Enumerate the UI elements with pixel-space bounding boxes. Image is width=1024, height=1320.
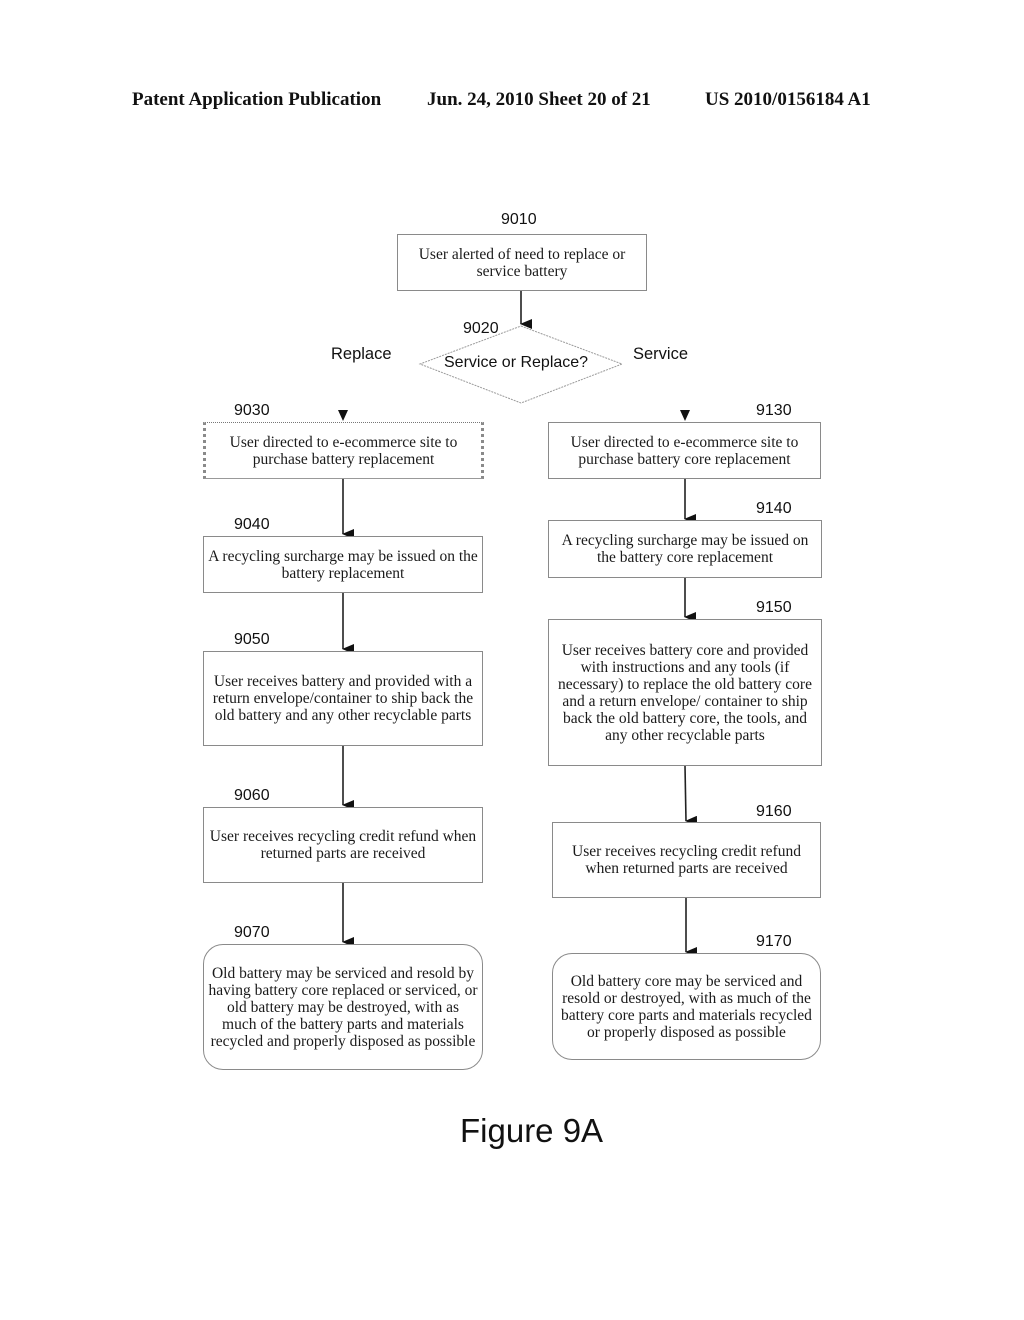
step-id-9130: 9130: [756, 402, 792, 419]
branch-label-service: Service: [633, 345, 689, 363]
step-text-9070: Old battery may be serviced and resold b…: [208, 964, 478, 1050]
step-text-9150: User receives battery core and provided …: [558, 641, 812, 744]
arrow-9150-to-9160: [684, 765, 698, 826]
step-box-9130: User directed to e-ecommerce site to pur…: [548, 422, 821, 479]
page-header: Patent Application Publication Jun. 24, …: [132, 89, 892, 113]
step-text-9060: User receives recycling credit refund wh…: [209, 828, 477, 862]
step-id-9030: 9030: [234, 402, 270, 419]
step-id-9060: 9060: [234, 787, 270, 804]
step-id-9010: 9010: [501, 211, 537, 228]
step-box-9160: User receives recycling credit refund wh…: [552, 822, 821, 898]
step-text-9160: User receives recycling credit refund wh…: [572, 843, 801, 877]
step-box-9170: Old battery core may be serviced and res…: [552, 953, 821, 1060]
step-box-9030: User directed to e-ecommerce site to pur…: [203, 422, 484, 479]
step-box-9050: User receives battery and provided with …: [203, 651, 483, 746]
figure-caption: Figure 9A: [460, 1112, 604, 1149]
step-id-9020: 9020: [463, 320, 499, 337]
step-box-9060: User receives recycling credit refund wh…: [203, 807, 483, 883]
patent-number: US 2010/0156184 A1: [705, 89, 871, 110]
step-id-9070: 9070: [234, 924, 270, 941]
step-text-9170: Old battery core may be serviced and res…: [561, 972, 812, 1041]
step-text-9030: User directed to e-ecommerce site to pur…: [229, 433, 458, 468]
step-id-9140: 9140: [756, 500, 792, 517]
publication-label: Patent Application Publication: [132, 89, 382, 110]
step-box-9150: User receives battery core and provided …: [548, 619, 822, 766]
decision-text: Service or Replace?: [444, 354, 589, 371]
step-text-9050: User receives battery and provided with …: [212, 673, 474, 724]
step-box-9040: A recycling surcharge may be issued on t…: [203, 536, 483, 593]
arrow-replace-branch: [338, 410, 348, 421]
step-id-9050: 9050: [234, 631, 270, 648]
arrow-service-branch: [680, 410, 690, 421]
date-sheet-label: Jun. 24, 2010 Sheet 20 of 21: [427, 89, 651, 110]
step-box-9070: Old battery may be serviced and resold b…: [203, 944, 483, 1070]
step-id-9150: 9150: [756, 599, 792, 616]
branch-label-replace: Replace: [331, 345, 392, 363]
step-id-9040: 9040: [234, 516, 270, 533]
step-text-9010: User alerted of need to replace or servi…: [418, 245, 626, 280]
step-text-9040: A recycling surcharge may be issued on t…: [208, 547, 478, 582]
step-text-9140: A recycling surcharge may be issued on t…: [561, 532, 809, 566]
step-id-9160: 9160: [756, 803, 792, 820]
step-box-9140: A recycling surcharge may be issued on t…: [548, 520, 822, 578]
step-id-9170: 9170: [756, 933, 792, 950]
step-box-9010: User alerted of need to replace or servi…: [397, 234, 647, 291]
step-text-9130: User directed to e-ecommerce site to pur…: [570, 433, 799, 468]
